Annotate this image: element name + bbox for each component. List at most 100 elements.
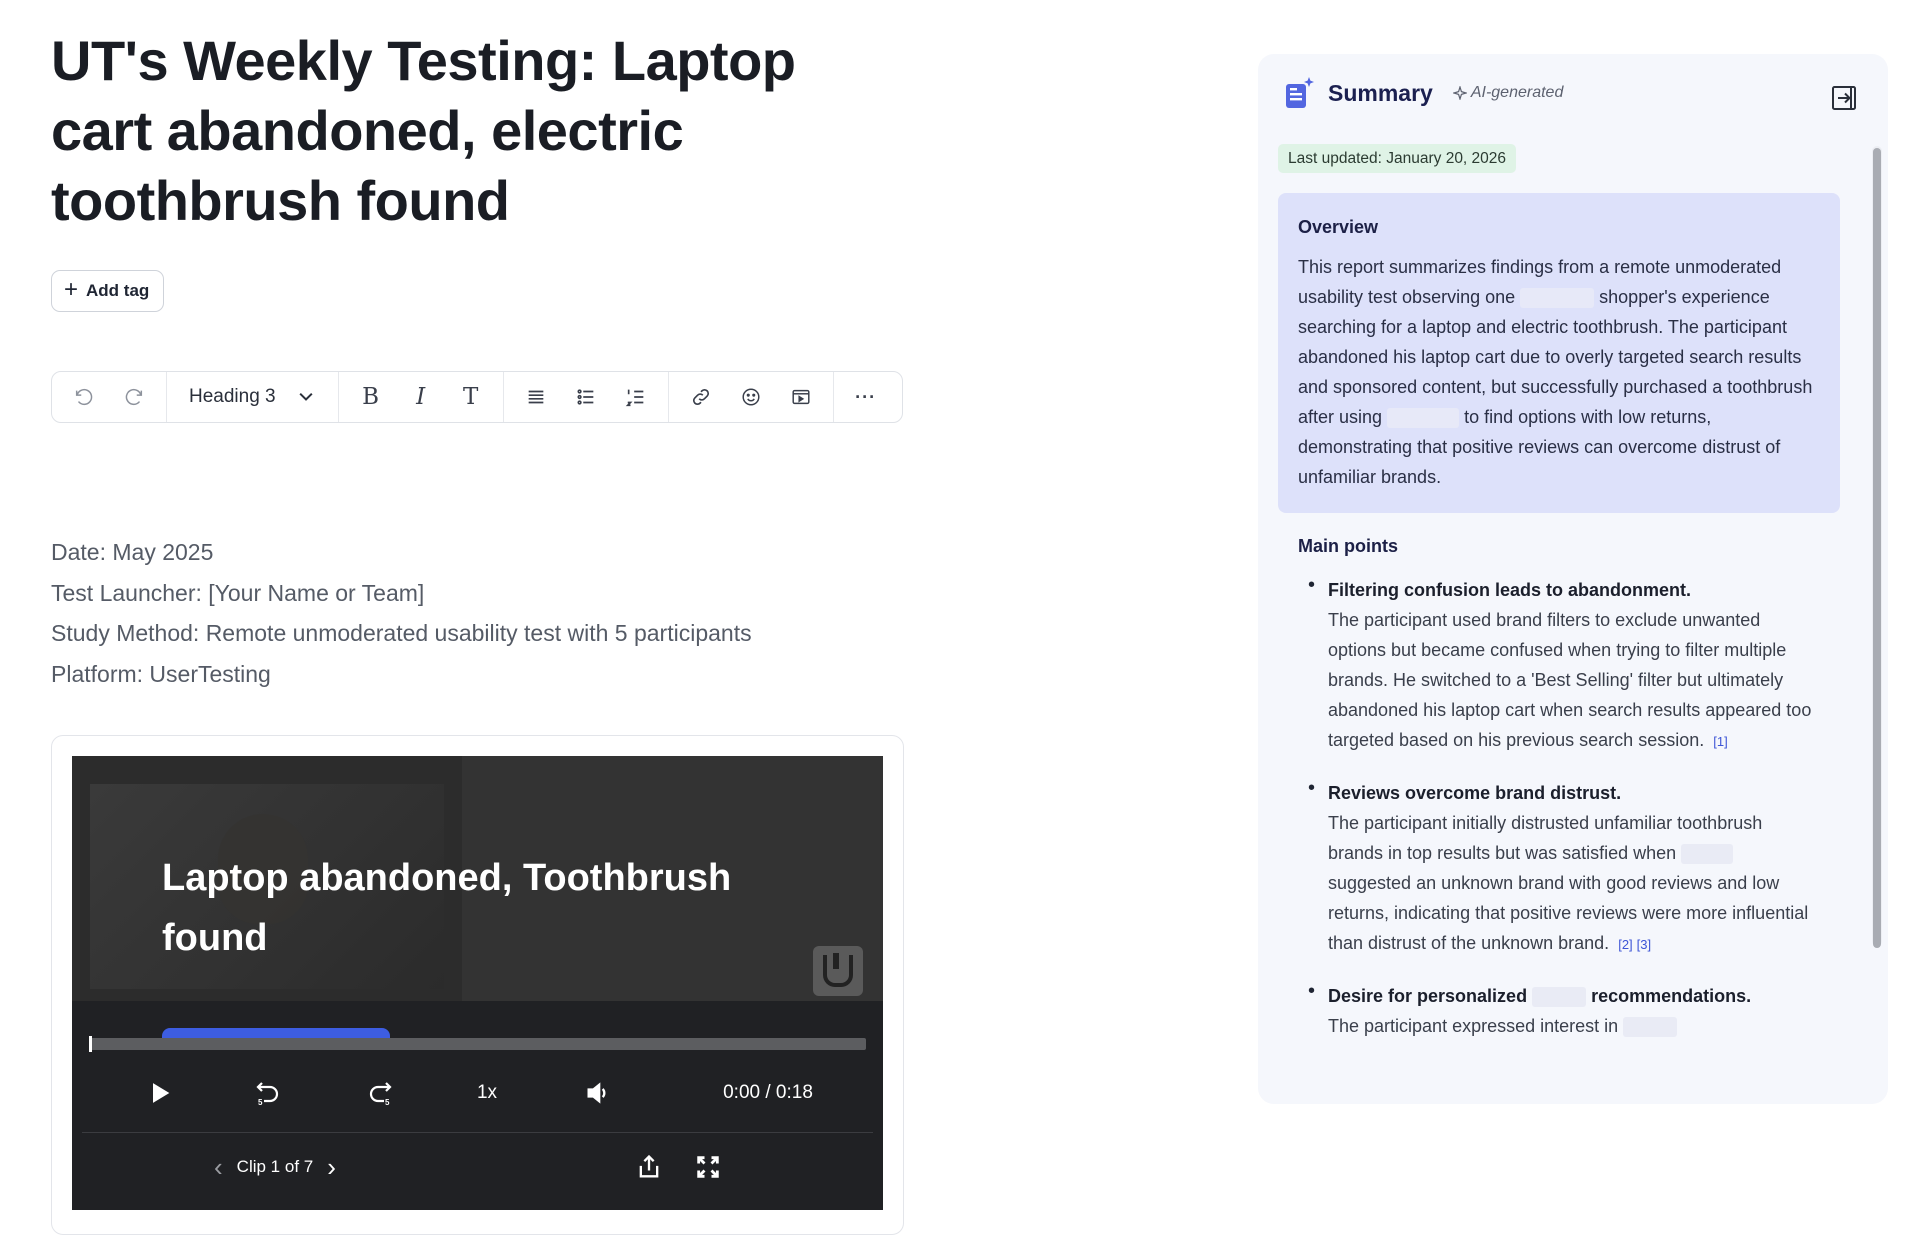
heading-group: Heading 3 (166, 372, 338, 422)
usertesting-logo-icon (813, 946, 863, 996)
next-clip-button[interactable]: › (313, 1152, 350, 1183)
summary-header: Summary AI-generated (1284, 76, 1563, 110)
more-button[interactable]: ··· (844, 377, 888, 417)
citation-link[interactable]: [1] (1713, 734, 1727, 749)
summary-scrollbar[interactable] (1872, 146, 1882, 948)
align-button[interactable] (514, 377, 558, 417)
insert-group (667, 372, 833, 422)
heading-select[interactable]: Heading 3 (177, 377, 328, 417)
main-point-body: The participant initially distrusted unf… (1328, 813, 1809, 953)
svg-text:5: 5 (385, 1098, 390, 1107)
redo-icon (125, 388, 143, 406)
share-button[interactable] (627, 1142, 671, 1192)
play-button[interactable] (138, 1068, 182, 1118)
italic-button[interactable]: I (399, 377, 443, 417)
forward-button[interactable]: 5 (358, 1068, 402, 1118)
main-point-heading: Reviews overcome brand distrust. (1328, 783, 1622, 803)
redacted-text (1387, 408, 1460, 429)
format-group: B I T (337, 372, 503, 422)
clip-navigation: ‹ Clip 1 of 7 › (200, 1142, 350, 1192)
bullet-list-button[interactable] (564, 377, 608, 417)
add-tag-button[interactable]: + Add tag (51, 270, 165, 312)
time-readout: 0:00 / 0:18 (723, 1082, 813, 1103)
playback-speed-button[interactable]: 1x (462, 1068, 512, 1118)
playback-speed-value: 1x (476, 1082, 498, 1103)
main-point-item: Filtering confusion leads to abandonment… (1298, 574, 1818, 757)
redacted-text (1681, 844, 1734, 865)
scrollbar-thumb[interactable] (1873, 148, 1881, 948)
emoji-button[interactable] (729, 377, 773, 417)
citation-link[interactable]: [3] (1637, 937, 1651, 952)
overview-title: Overview (1298, 217, 1379, 237)
add-tag-label: Add tag (86, 281, 150, 300)
redacted-text (1520, 288, 1595, 309)
volume-button[interactable] (576, 1068, 620, 1118)
redacted-text (1623, 1017, 1678, 1038)
meta-platform[interactable]: Platform: UserTesting (51, 654, 752, 695)
chevron-down-icon (299, 392, 313, 401)
video-clip-card: Laptop abandoned, Toothbrush found 5 5 1… (51, 735, 904, 1235)
ai-generated-label: AI-generated (1470, 84, 1564, 101)
numbered-list-icon (625, 389, 643, 407)
play-icon (153, 1083, 170, 1103)
plus-icon: + (64, 276, 79, 303)
main-point-heading: Filtering confusion leads to abandonment… (1328, 580, 1692, 600)
meta-method[interactable]: Study Method: Remote unmoderated usabili… (51, 613, 752, 654)
rewind-button[interactable]: 5 (246, 1068, 290, 1118)
ai-generated-badge: AI-generated (1452, 84, 1564, 102)
fullscreen-button[interactable] (686, 1142, 730, 1192)
link-icon (692, 388, 709, 406)
bullet-list-icon (577, 389, 593, 405)
numbered-list-button[interactable] (614, 377, 658, 417)
clip-caption: Laptop abandoned, Toothbrush found (162, 857, 732, 959)
summary-title: Summary (1328, 79, 1433, 106)
document-title[interactable]: UT's Weekly Testing: Laptop cart abandon… (51, 26, 871, 236)
undo-icon (75, 388, 93, 406)
link-button[interactable] (679, 377, 723, 417)
emoji-icon (742, 388, 760, 406)
meta-launcher[interactable]: Test Launcher: [Your Name or Team] (51, 573, 752, 614)
volume-icon (587, 1082, 606, 1104)
clear-format-icon: T (462, 384, 479, 410)
study-metadata: Date: May 2025 Test Launcher: [Your Name… (51, 532, 752, 694)
video-player[interactable]: Laptop abandoned, Toothbrush found 5 5 1… (72, 756, 883, 1210)
main-points-section: Main points Filtering confusion leads to… (1298, 536, 1818, 1062)
summary-panel: Summary AI-generated Last updated: Janua… (1258, 54, 1888, 1104)
main-point-body: The participant used brand filters to ex… (1328, 610, 1812, 750)
main-points-title: Main points (1298, 536, 1398, 556)
main-point-body: The participant expressed interest in (1328, 1011, 1818, 1041)
redo-button[interactable] (112, 377, 156, 417)
italic-icon: I (416, 384, 426, 410)
citation-link[interactable]: [2] (1618, 937, 1632, 952)
share-icon (639, 1154, 659, 1178)
player-divider (82, 1132, 873, 1133)
align-icon (528, 390, 543, 404)
fullscreen-icon (697, 1156, 719, 1178)
redacted-text (1532, 987, 1587, 1008)
main-point-item: Reviews overcome brand distrust. The par… (1298, 777, 1818, 960)
list-group (502, 372, 668, 422)
bold-icon: B (362, 384, 380, 410)
meta-date[interactable]: Date: May 2025 (51, 532, 752, 573)
progress-scrubber[interactable] (89, 1036, 92, 1052)
collapse-panel-button[interactable] (1830, 84, 1858, 112)
video-progress-bar[interactable] (89, 1036, 866, 1052)
history-group (52, 372, 166, 422)
text-style-button[interactable]: T (449, 377, 493, 417)
previous-clip-button[interactable]: ‹ (200, 1152, 237, 1183)
overview-section: Overview This report summarizes findings… (1278, 193, 1840, 513)
clip-counter: Clip 1 of 7 (236, 1157, 314, 1176)
embed-video-button[interactable] (779, 377, 823, 417)
more-group: ··· (832, 372, 898, 422)
overview-text: This report summarizes findings from a r… (1298, 257, 1813, 487)
sparkle-icon (1452, 86, 1467, 100)
bold-button[interactable]: B (349, 377, 393, 417)
player-controls: 5 5 1x 0:00 / 0:18 (72, 1068, 883, 1118)
last-updated-badge: Last updated: January 20, 2026 (1278, 144, 1517, 173)
svg-text:5: 5 (258, 1098, 263, 1107)
embed-video-icon (792, 389, 810, 405)
forward-5-icon: 5 (369, 1082, 392, 1107)
main-point-item: Desire for personalized recommendations.… (1298, 980, 1818, 1041)
undo-button[interactable] (62, 377, 106, 417)
time-display: 0:00 / 0:18 (708, 1068, 828, 1118)
